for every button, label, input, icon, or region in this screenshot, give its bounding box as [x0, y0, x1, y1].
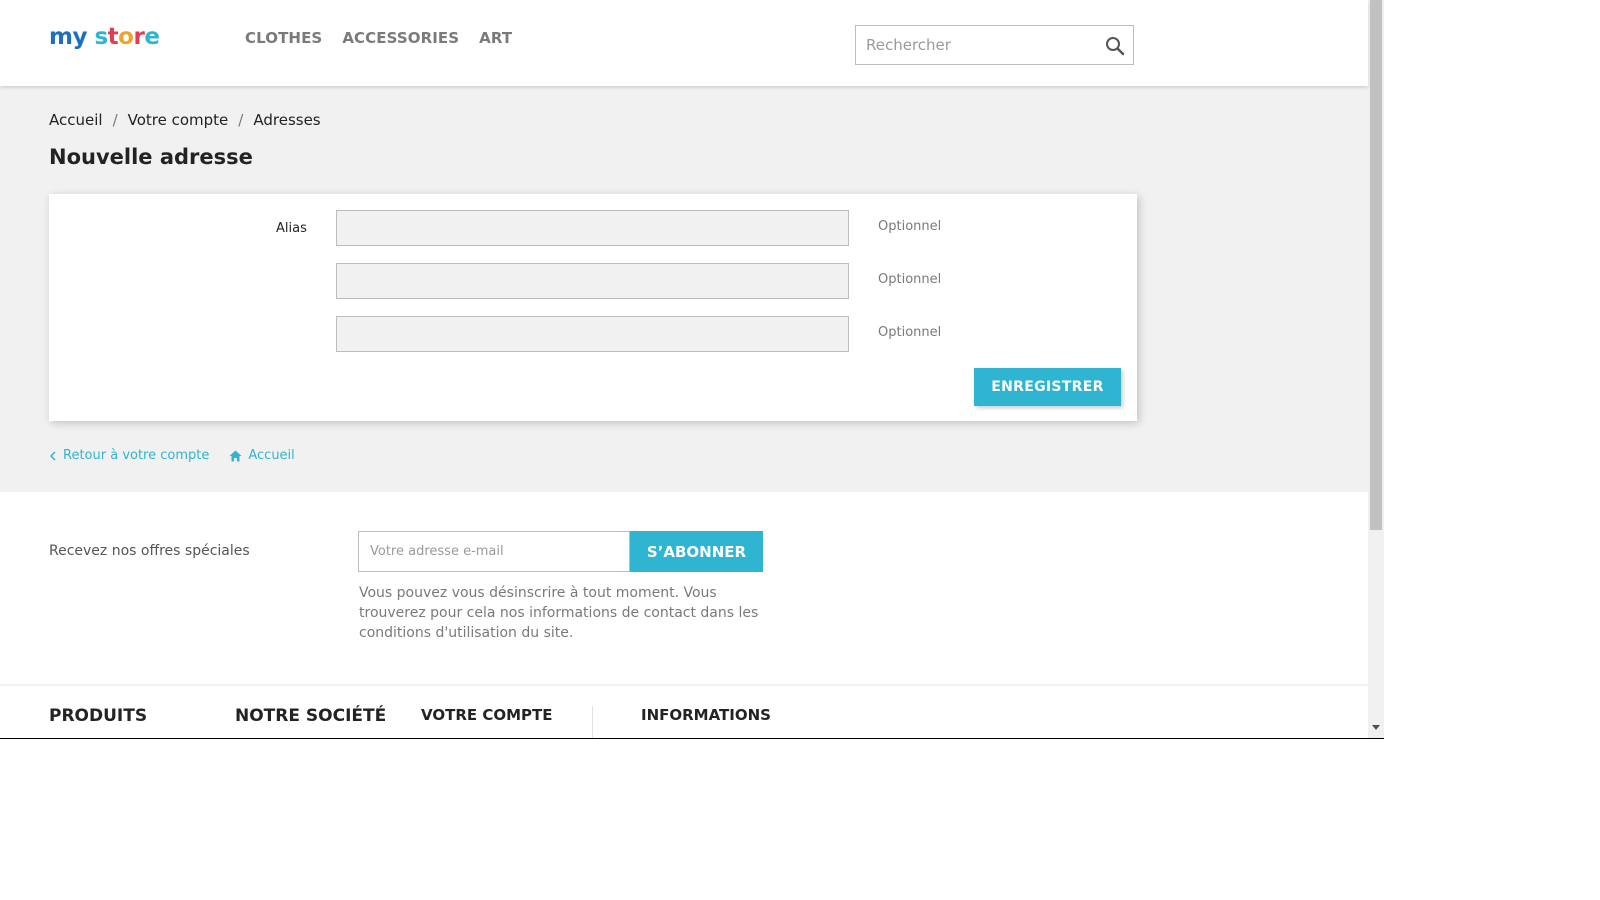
newsletter-email-input[interactable] — [358, 531, 630, 572]
newsletter-note: Vous pouvez vous désinscrire à tout mome… — [359, 585, 759, 641]
viewport-border — [0, 738, 1384, 739]
home-icon — [229, 450, 242, 461]
newsletter-label: Recevez nos offres spéciales — [49, 543, 250, 559]
logo-text-my: my — [49, 24, 95, 50]
home-link[interactable]: Accueil — [229, 448, 295, 463]
save-button[interactable]: ENREGISTRER — [974, 368, 1121, 406]
logo-letter: e — [144, 24, 160, 50]
subscribe-button[interactable]: S’ABONNER — [630, 531, 763, 572]
footer-divider — [592, 706, 593, 738]
breadcrumb-addresses[interactable]: Adresses — [253, 111, 320, 129]
chevron-left-icon — [49, 450, 56, 461]
home-link-label: Accueil — [248, 448, 295, 463]
back-to-account-link[interactable]: Retour à votre compte — [49, 448, 209, 463]
footer-heading-account[interactable]: VOTRE COMPTE — [421, 706, 553, 724]
store-logo[interactable]: my store — [49, 22, 160, 52]
footer-heading-company[interactable]: NOTRE SOCIÉTÉ — [235, 706, 386, 726]
scrollbar-thumb[interactable] — [1370, 0, 1382, 530]
optional-label: Optionnel — [878, 219, 942, 234]
breadcrumb: Accueil / Votre compte / Adresses — [49, 111, 321, 129]
logo-letter: o — [118, 24, 134, 50]
breadcrumb-separator: / — [238, 111, 244, 129]
logo-letter: r — [133, 24, 145, 50]
top-nav: CLOTHES ACCESSORIES ART — [245, 29, 512, 47]
vertical-scrollbar[interactable] — [1368, 0, 1384, 738]
back-to-account-label: Retour à votre compte — [63, 448, 210, 463]
header: my store CLOTHES ACCESSORIES ART — [0, 0, 1368, 86]
account-links: Retour à votre compte Accueil — [49, 448, 295, 463]
footer: PRODUITS NOTRE SOCIÉTÉ VOTRE COMPTE INFO… — [0, 684, 1368, 738]
search-input[interactable] — [856, 26, 1116, 64]
page: my store CLOTHES ACCESSORIES ART Ac — [0, 0, 1368, 738]
search-box — [855, 25, 1134, 65]
address-field-2[interactable] — [336, 263, 849, 299]
page-title: Nouvelle adresse — [49, 145, 253, 169]
newsletter-block: Recevez nos offres spéciales S’ABONNER V… — [0, 492, 1368, 684]
main-wrapper: Accueil / Votre compte / Adresses Nouvel… — [0, 86, 1368, 492]
logo-letter: s — [94, 24, 108, 50]
address-form-card: Alias Optionnel Optionnel Optionnel ENRE… — [49, 194, 1137, 421]
address-field-3[interactable] — [336, 316, 849, 352]
search-icon[interactable] — [1105, 36, 1125, 56]
optional-label: Optionnel — [878, 325, 942, 340]
browser-viewport: my store CLOTHES ACCESSORIES ART Ac — [0, 0, 1384, 738]
breadcrumb-home[interactable]: Accueil — [49, 111, 103, 129]
scroll-down-arrow-icon[interactable] — [1372, 725, 1380, 730]
alias-label: Alias — [276, 221, 307, 236]
alias-field[interactable] — [336, 210, 849, 246]
breadcrumb-account[interactable]: Votre compte — [128, 111, 229, 129]
footer-heading-products[interactable]: PRODUITS — [49, 706, 147, 726]
nav-clothes[interactable]: CLOTHES — [245, 29, 322, 47]
nav-accessories[interactable]: ACCESSORIES — [342, 29, 459, 47]
nav-art[interactable]: ART — [479, 29, 512, 47]
breadcrumb-separator: / — [112, 111, 118, 129]
logo-letter: t — [107, 24, 119, 50]
footer-heading-information[interactable]: INFORMATIONS — [641, 706, 771, 724]
optional-label: Optionnel — [878, 272, 942, 287]
